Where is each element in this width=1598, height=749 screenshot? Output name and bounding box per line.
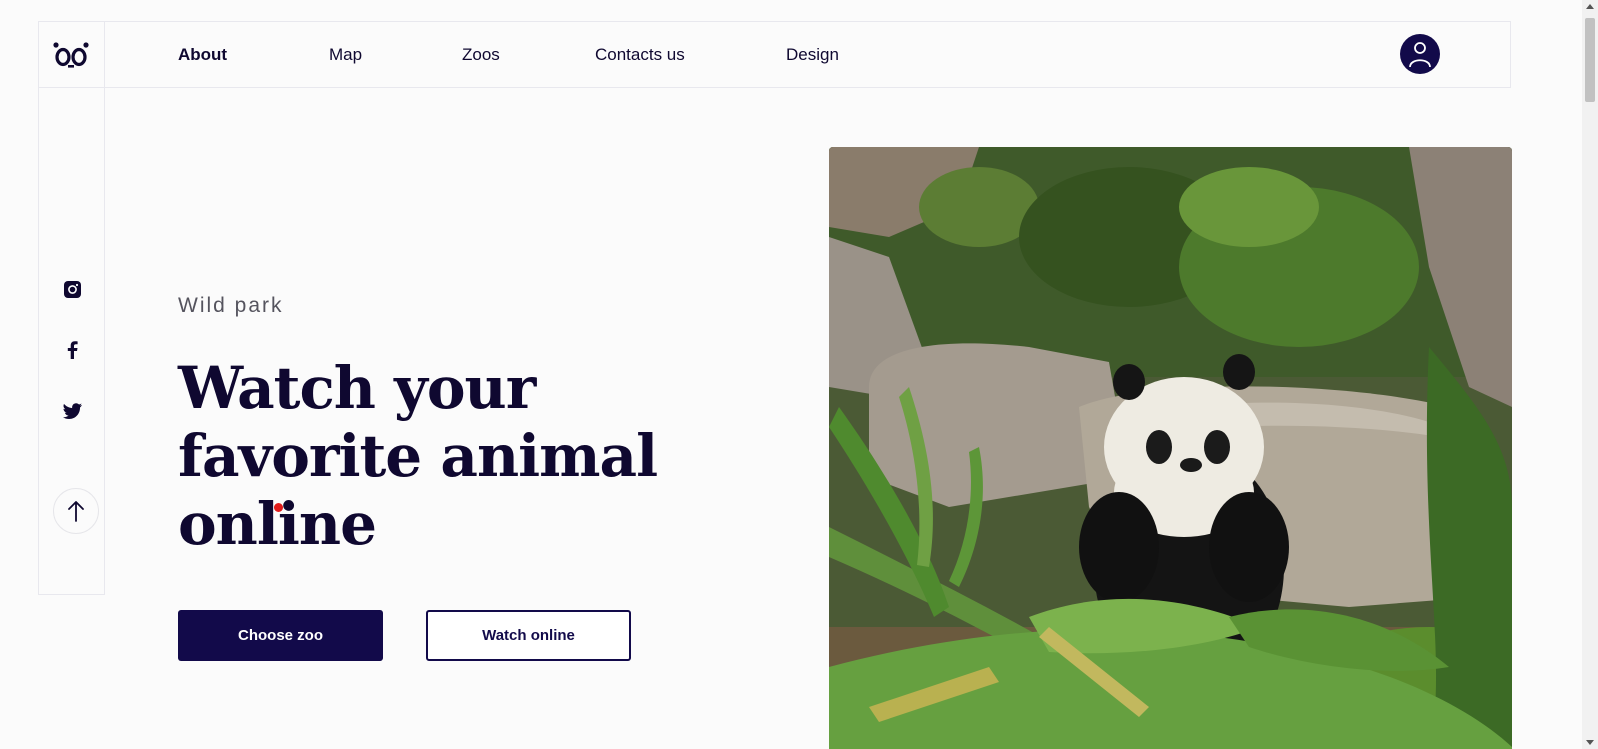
nav-zoos[interactable]: Zoos	[462, 45, 500, 65]
panda-photo	[829, 147, 1512, 749]
header-bar	[38, 21, 1511, 88]
user-icon	[1409, 42, 1431, 68]
choose-zoo-button[interactable]: Choose zoo	[178, 610, 383, 661]
scroll-top-button[interactable]	[53, 488, 99, 534]
watch-online-button[interactable]: Watch online	[426, 610, 631, 661]
instagram-link[interactable]	[62, 279, 82, 299]
scrollbar-thumb[interactable]	[1585, 18, 1595, 102]
hero-eyebrow: Wild park	[178, 294, 284, 317]
panda-face-logo-icon	[53, 41, 89, 68]
scroll-up-arrow-icon[interactable]	[1586, 4, 1594, 9]
logo[interactable]	[38, 21, 105, 88]
nav-about[interactable]: About	[178, 45, 227, 65]
nav-map[interactable]: Map	[329, 45, 362, 65]
instagram-icon	[63, 280, 81, 298]
facebook-link[interactable]	[62, 340, 82, 360]
facebook-icon	[67, 341, 78, 359]
user-avatar-button[interactable]	[1400, 34, 1440, 74]
scroll-down-arrow-icon[interactable]	[1586, 740, 1594, 745]
nav-contacts[interactable]: Contacts us	[595, 45, 685, 65]
arrow-up-icon	[68, 501, 84, 522]
hero-headline: Watch your favorite animal online	[178, 354, 658, 558]
twitter-icon	[62, 403, 82, 419]
hero-image	[829, 147, 1512, 749]
nav-design[interactable]: Design	[786, 45, 839, 65]
page-scrollbar[interactable]	[1582, 0, 1598, 749]
accent-dot	[274, 503, 283, 512]
twitter-link[interactable]	[62, 401, 82, 421]
